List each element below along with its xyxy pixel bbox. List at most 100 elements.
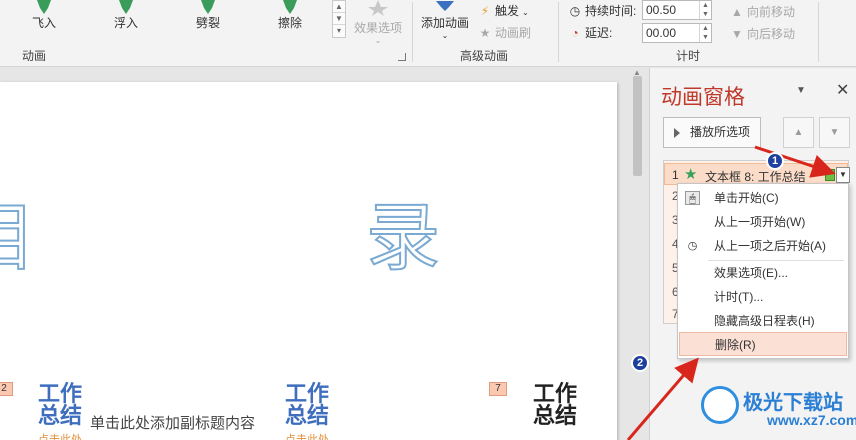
delay-label-text: 延迟: — [585, 26, 613, 40]
watermark: 极光下载站 www.xz7.com — [701, 380, 856, 436]
play-selected-label: 播放所选项 — [690, 125, 751, 139]
clock-icon: ◷ — [569, 4, 581, 18]
subtitle-placeholder[interactable]: 单击此处添加副标题内容 — [90, 412, 255, 433]
animation-tag-7: 7 — [489, 382, 507, 396]
separator — [818, 2, 819, 62]
trigger-button[interactable]: ⚡ 触发 ⌄ — [478, 2, 529, 19]
slide-vertical-scrollbar[interactable]: ▲ — [631, 68, 644, 440]
delay-field[interactable]: 00.00 ▲ ▼ — [642, 23, 712, 43]
delay-clock-icon: ◔ — [571, 26, 579, 40]
effect-wipe[interactable]: 擦除 — [260, 0, 320, 31]
group-label-animation: 动画 — [22, 49, 47, 63]
callout-badge-2: 2 — [631, 354, 649, 372]
context-menu: 🖱 单击开始(C) 从上一项开始(W) ◷ 从上一项之后开始(A) 效果选项(E… — [677, 183, 849, 359]
menu-item-timing[interactable]: 计时(T)... — [679, 285, 847, 309]
move-down-icon: ▼ — [829, 127, 840, 138]
work-title-line1: 工作 — [38, 382, 83, 407]
watermark-site: www.xz7.com — [767, 412, 856, 428]
work-title-line1: 工作 — [533, 382, 578, 407]
group-label-timing: 计时 — [676, 49, 701, 63]
effect-wipe-label: 擦除 — [277, 16, 302, 30]
work-title-line2: 总结 — [533, 404, 578, 429]
effect-split[interactable]: 劈裂 — [178, 0, 238, 31]
float-in-star-icon — [96, 0, 156, 14]
duration-stepper[interactable]: ▲ ▼ — [699, 1, 711, 19]
clock-icon: ◷ — [687, 240, 698, 252]
menu-item-label: 单击开始(C) — [714, 191, 779, 205]
animation-dialog-launcher-icon[interactable] — [398, 53, 406, 61]
slide-canvas: 目 录 2 7 工作 总结 单击此处添加副标题内容 点击此处 工作 总结 点击此… — [0, 68, 625, 440]
menu-item-label: 隐藏高级日程表(H) — [714, 314, 815, 328]
menu-item-delete[interactable]: 删除(R) — [679, 332, 847, 356]
menu-item-label: 计时(T)... — [714, 290, 764, 304]
move-later-label: 向后移动 — [747, 27, 796, 41]
work-summary-title-1[interactable]: 工作 总结 — [38, 384, 82, 428]
effect-fly-in[interactable]: 飞入 — [14, 0, 74, 31]
callout-badge-1: 1 — [766, 152, 784, 170]
item-dropdown-button[interactable]: ▼ — [836, 167, 850, 183]
effect-options-star-icon — [368, 0, 388, 16]
entrance-star-icon: ★ — [684, 166, 698, 183]
gallery-scrollbar[interactable]: ▲ ▼ ▾ — [332, 0, 346, 38]
menu-item-after-previous[interactable]: ◷ 从上一项之后开始(A) — [679, 234, 847, 258]
delay-stepper[interactable]: ▲ ▼ — [699, 24, 711, 42]
move-later-button[interactable]: ▼ 向后移动 — [730, 25, 795, 42]
title-char-lu[interactable]: 录 — [365, 178, 441, 285]
menu-item-label: 从上一项开始(W) — [714, 215, 806, 229]
click-here-text-1[interactable]: 点击此处 — [38, 431, 82, 440]
gallery-down-icon[interactable]: ▼ — [333, 13, 345, 25]
title-char-mu[interactable]: 目 — [0, 178, 37, 285]
split-star-icon — [178, 0, 238, 14]
wipe-star-icon — [260, 0, 320, 14]
scrollbar-thumb[interactable] — [633, 76, 642, 176]
effect-options-button[interactable]: 效果选项 ⌄ — [350, 0, 406, 45]
watermark-logo-icon — [701, 386, 739, 424]
pane-close-icon[interactable]: ✕ — [836, 80, 849, 100]
move-earlier-button[interactable]: ▲ 向前移动 — [730, 3, 795, 20]
work-summary-title-2[interactable]: 工作 总结 — [285, 384, 329, 428]
menu-item-start-on-click[interactable]: 🖱 单击开始(C) — [679, 186, 847, 210]
ribbon: 飞入 浮入 劈裂 擦除 ▲ ▼ ▾ 效果选项 ⌄ 动画 添加动画 ⌄ ⚡ 触发 ⌄ … — [0, 0, 856, 67]
menu-item-with-previous[interactable]: 从上一项开始(W) — [679, 210, 847, 234]
pane-menu-chevron-icon[interactable]: ▼ — [796, 85, 806, 96]
animation-painter-button[interactable]: ★ 动画刷 — [478, 24, 531, 41]
animation-painter-icon: ★ — [479, 26, 491, 40]
slide[interactable]: 目 录 2 7 工作 总结 单击此处添加副标题内容 点击此处 工作 总结 点击此… — [0, 82, 617, 440]
work-summary-title-3[interactable]: 工作 总结 — [533, 384, 577, 428]
pane-title: 动画窗格 — [661, 85, 745, 109]
separator — [412, 2, 413, 62]
duration-field[interactable]: 00.50 ▲ ▼ — [642, 0, 712, 20]
menu-item-hide-timeline[interactable]: 隐藏高级日程表(H) — [679, 309, 847, 333]
watermark-brand: 极光下载站 — [743, 390, 843, 414]
effect-float-in-label: 浮入 — [113, 16, 138, 30]
effect-float-in[interactable]: 浮入 — [96, 0, 156, 31]
menu-item-label: 效果选项(E)... — [714, 266, 788, 280]
gallery-up-icon[interactable]: ▲ — [333, 1, 345, 13]
fly-in-star-icon — [14, 0, 74, 14]
timeline-bar-icon — [825, 169, 835, 181]
gallery-more-icon[interactable]: ▾ — [333, 25, 345, 37]
menu-item-effect-options[interactable]: 效果选项(E)... — [679, 261, 847, 285]
effect-fly-in-label: 飞入 — [31, 16, 56, 30]
item-number: 1 — [672, 168, 679, 182]
arrow-down-icon: ▼ — [731, 27, 743, 41]
duration-label-text: 持续时间: — [585, 4, 637, 18]
move-down-button[interactable]: ▼ — [819, 117, 850, 148]
lightning-icon: ⚡ — [480, 4, 490, 18]
group-label-advanced: 高级动画 — [460, 49, 509, 63]
move-earlier-label: 向前移动 — [747, 5, 796, 19]
separator — [558, 2, 559, 62]
trigger-chevron-icon: ⌄ — [522, 8, 529, 17]
animation-list-item[interactable]: 1 ★ 文本框 8: 工作总结 ▼ — [664, 163, 850, 185]
move-up-button[interactable]: ▲ — [783, 117, 814, 148]
play-selected-button[interactable]: 播放所选项 — [663, 117, 761, 148]
click-here-text-2[interactable]: 点击此处 — [285, 431, 329, 440]
arrow-up-icon: ▲ — [731, 5, 743, 19]
duration-value: 00.50 — [646, 3, 677, 17]
move-up-icon: ▲ — [793, 127, 804, 138]
effect-options-label: 效果选项 — [353, 21, 402, 35]
work-title-line2: 总结 — [38, 404, 83, 429]
add-animation-label: 添加动画 — [420, 16, 469, 30]
add-animation-button[interactable]: 添加动画 ⌄ — [418, 0, 472, 40]
menu-item-label: 从上一项之后开始(A) — [714, 239, 826, 253]
